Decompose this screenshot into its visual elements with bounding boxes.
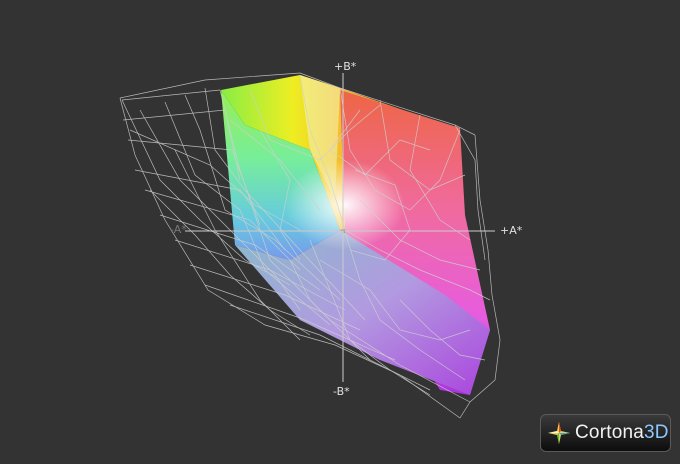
axis-label-b-plus: +B* (334, 60, 357, 73)
badge-text: Cortona3D (575, 422, 669, 444)
badge-brand-suffix: 3D (644, 422, 669, 443)
cortona3d-badge[interactable]: Cortona3D (540, 414, 671, 452)
badge-brand: Cortona (575, 422, 644, 443)
axis-label-a-plus: +A* (500, 224, 523, 237)
axis-label-b-minus: -B* (333, 385, 350, 398)
3d-viewport[interactable]: +B* -B* +A* -A* (0, 0, 680, 460)
axis-label-a-minus: -A* (170, 223, 187, 236)
cortona3d-star-logo-icon (548, 422, 570, 444)
